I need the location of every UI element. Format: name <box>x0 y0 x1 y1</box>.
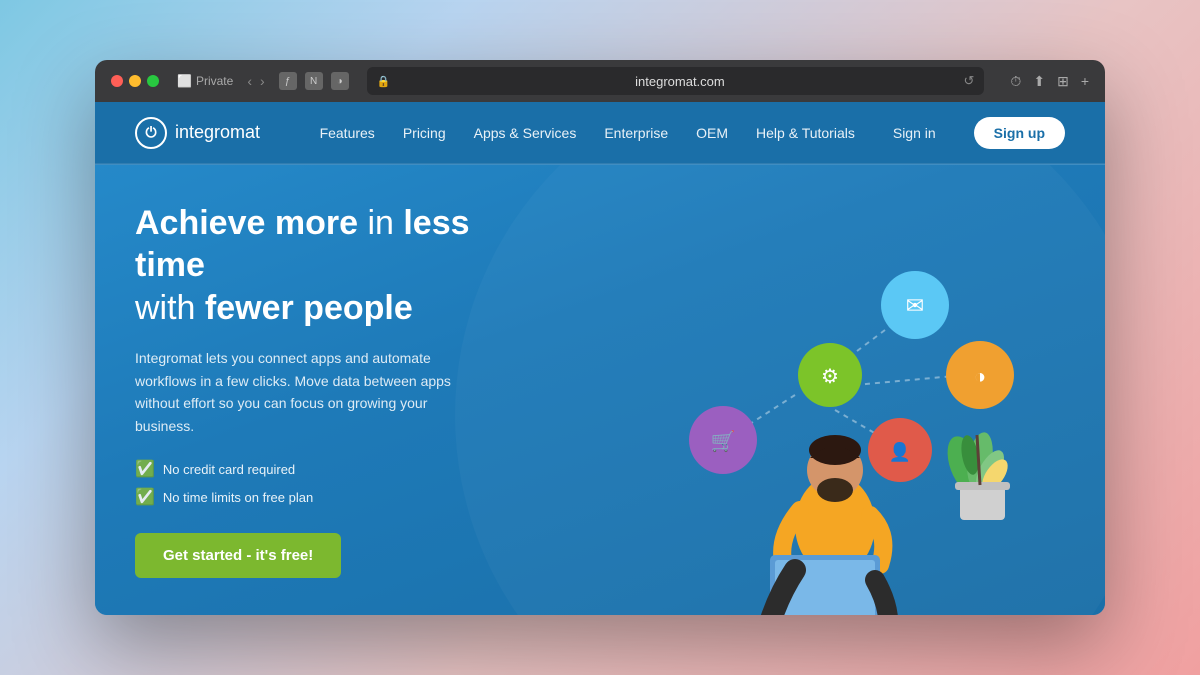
svg-text:👤: 👤 <box>889 441 911 462</box>
private-indicator: ⬜ Private <box>177 74 233 88</box>
tabs-icon[interactable]: ⊞ <box>1057 73 1069 90</box>
new-tab-icon[interactable]: + <box>1081 73 1089 89</box>
back-button[interactable]: ‹ <box>247 73 252 89</box>
hero-check-label-2: No time limits on free plan <box>163 490 313 505</box>
traffic-lights <box>111 75 159 87</box>
logo-icon: ⏻ <box>135 117 167 149</box>
traffic-light-green[interactable] <box>147 75 159 87</box>
logo-area: ⏻ integromat <box>135 117 260 149</box>
sign-in-link[interactable]: Sign in <box>893 125 936 141</box>
hero-content: Achieve more in less time with fewer peo… <box>135 202 515 578</box>
check-icon-1: ✅ <box>135 459 155 479</box>
hero-check-1: ✅ No credit card required <box>135 459 515 479</box>
svg-text:🛒: 🛒 <box>711 429 736 453</box>
check-icon-2: ✅ <box>135 487 155 507</box>
downloads-icon[interactable]: ⏱ <box>1010 73 1021 90</box>
nav-link-enterprise[interactable]: Enterprise <box>604 125 668 141</box>
browser-titlebar: ⬜ Private ‹ › ƒ N ◑ 🔒 integromat.com ↺ ⏱ <box>95 60 1105 102</box>
nav-link-pricing[interactable]: Pricing <box>403 125 446 141</box>
url-text: integromat.com <box>396 74 963 89</box>
cta-button[interactable]: Get started - it's free! <box>135 533 341 578</box>
traffic-light-red[interactable] <box>111 75 123 87</box>
nav-links: Features Pricing Apps & Services Enterpr… <box>320 117 1065 149</box>
lock-icon: 🔒 <box>377 75 391 88</box>
browser-extensions: ƒ N ◑ <box>279 72 349 90</box>
browser-window: ⬜ Private ‹ › ƒ N ◑ 🔒 integromat.com ↺ ⏱ <box>95 60 1105 615</box>
hero-title: Achieve more in less time with fewer peo… <box>135 202 515 330</box>
hero-check-label-1: No credit card required <box>163 462 295 477</box>
ext-icon-circle[interactable]: ◑ <box>331 72 349 90</box>
browser-right-controls: ⏱ ⬆ ⊞ + <box>1010 73 1089 90</box>
svg-text:✉: ✉ <box>906 293 924 318</box>
site-navigation: ⏻ integromat Features Pricing Apps & Ser… <box>95 102 1105 164</box>
share-icon[interactable]: ⬆ <box>1033 73 1045 90</box>
nav-link-oem[interactable]: OEM <box>696 125 728 141</box>
forward-button[interactable]: › <box>260 73 265 89</box>
logo-text: integromat <box>175 122 260 143</box>
nav-link-apps-services[interactable]: Apps & Services <box>474 125 577 141</box>
svg-text:⚙: ⚙ <box>821 366 839 388</box>
hero-section: Achieve more in less time with fewer peo… <box>95 165 1105 615</box>
hero-title-part1: Achieve more <box>135 204 358 242</box>
ext-icon-f[interactable]: ƒ <box>279 72 297 90</box>
refresh-icon[interactable]: ↺ <box>964 73 975 89</box>
traffic-light-yellow[interactable] <box>129 75 141 87</box>
url-bar[interactable]: 🔒 integromat.com ↺ <box>367 67 985 95</box>
svg-text:◑: ◑ <box>974 366 986 388</box>
hero-description: Integromat lets you connect apps and aut… <box>135 347 455 437</box>
hero-illustration: ✉ ◑ ⚙ 🛒 👤 <box>595 245 1075 615</box>
hero-check-2: ✅ No time limits on free plan <box>135 487 515 507</box>
hero-checks: ✅ No credit card required ✅ No time limi… <box>135 459 515 507</box>
hero-title-part5: fewer people <box>205 289 413 327</box>
website-content: ⏻ integromat Features Pricing Apps & Ser… <box>95 102 1105 615</box>
nav-link-help-tutorials[interactable]: Help & Tutorials <box>756 125 855 141</box>
nav-link-features[interactable]: Features <box>320 125 375 141</box>
sign-up-button[interactable]: Sign up <box>974 117 1065 149</box>
browser-navigation: ‹ › <box>247 73 264 89</box>
ext-icon-n[interactable]: N <box>305 72 323 90</box>
